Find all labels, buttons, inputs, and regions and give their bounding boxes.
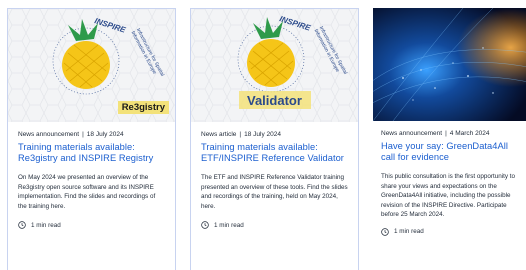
card-description: The ETF and INSPIRE Reference Validator … xyxy=(201,174,348,210)
card-image[interactable]: Validator INSPIRE Infrastructure for Spa… xyxy=(191,9,358,122)
read-time: 1 min read xyxy=(381,228,522,236)
card-image[interactable] xyxy=(373,8,526,121)
article-date: 18 July 2024 xyxy=(86,131,124,138)
card-title-link[interactable]: Have your say: GreenData4All call for ev… xyxy=(381,141,522,163)
article-type: News article xyxy=(201,131,237,138)
card-meta: News announcement | 18 July 2024 xyxy=(18,131,165,138)
article-type: News announcement xyxy=(18,131,80,138)
re3gistry-badge: Re3gistry xyxy=(117,101,169,114)
read-time-label: 1 min read xyxy=(31,221,61,229)
card-title-link[interactable]: Training materials available: ETF/INSPIR… xyxy=(201,142,348,164)
card-meta: News article | 18 July 2024 xyxy=(201,131,348,138)
digital-globe-image xyxy=(373,8,526,121)
meta-separator: | xyxy=(239,131,242,138)
article-type: News announcement xyxy=(381,130,443,137)
clock-icon xyxy=(381,228,389,236)
clock-icon xyxy=(18,221,26,230)
meta-separator: | xyxy=(445,130,447,137)
news-card-greendata4all[interactable]: News announcement | 4 March 2024 Have your… xyxy=(373,8,526,270)
read-time: 1 min read xyxy=(18,221,165,230)
card-description: This public consultation is the first op… xyxy=(381,173,516,219)
validator-badge: Validator xyxy=(247,93,302,108)
read-time: 1 min read xyxy=(201,221,348,230)
read-time-label: 1 min read xyxy=(214,221,244,229)
article-date: 18 July 2024 xyxy=(244,131,281,138)
news-card-re3gistry[interactable]: Re3gistry INSPIRE Infrastructure for Spa… xyxy=(7,8,176,270)
card-title-link[interactable]: Training materials available: Re3gistry … xyxy=(18,142,165,164)
card-image[interactable]: Re3gistry INSPIRE Infrastructure for Spa… xyxy=(8,9,175,122)
meta-separator: | xyxy=(82,131,84,138)
card-meta: News announcement | 4 March 2024 xyxy=(381,130,522,137)
card-description: On May 2024 we presented an overview of … xyxy=(18,174,156,210)
article-date: 4 March 2024 xyxy=(449,130,490,137)
clock-icon xyxy=(201,221,209,230)
read-time-label: 1 min read xyxy=(394,228,424,236)
news-card-validator[interactable]: Validator INSPIRE Infrastructure for Spa… xyxy=(190,8,359,270)
